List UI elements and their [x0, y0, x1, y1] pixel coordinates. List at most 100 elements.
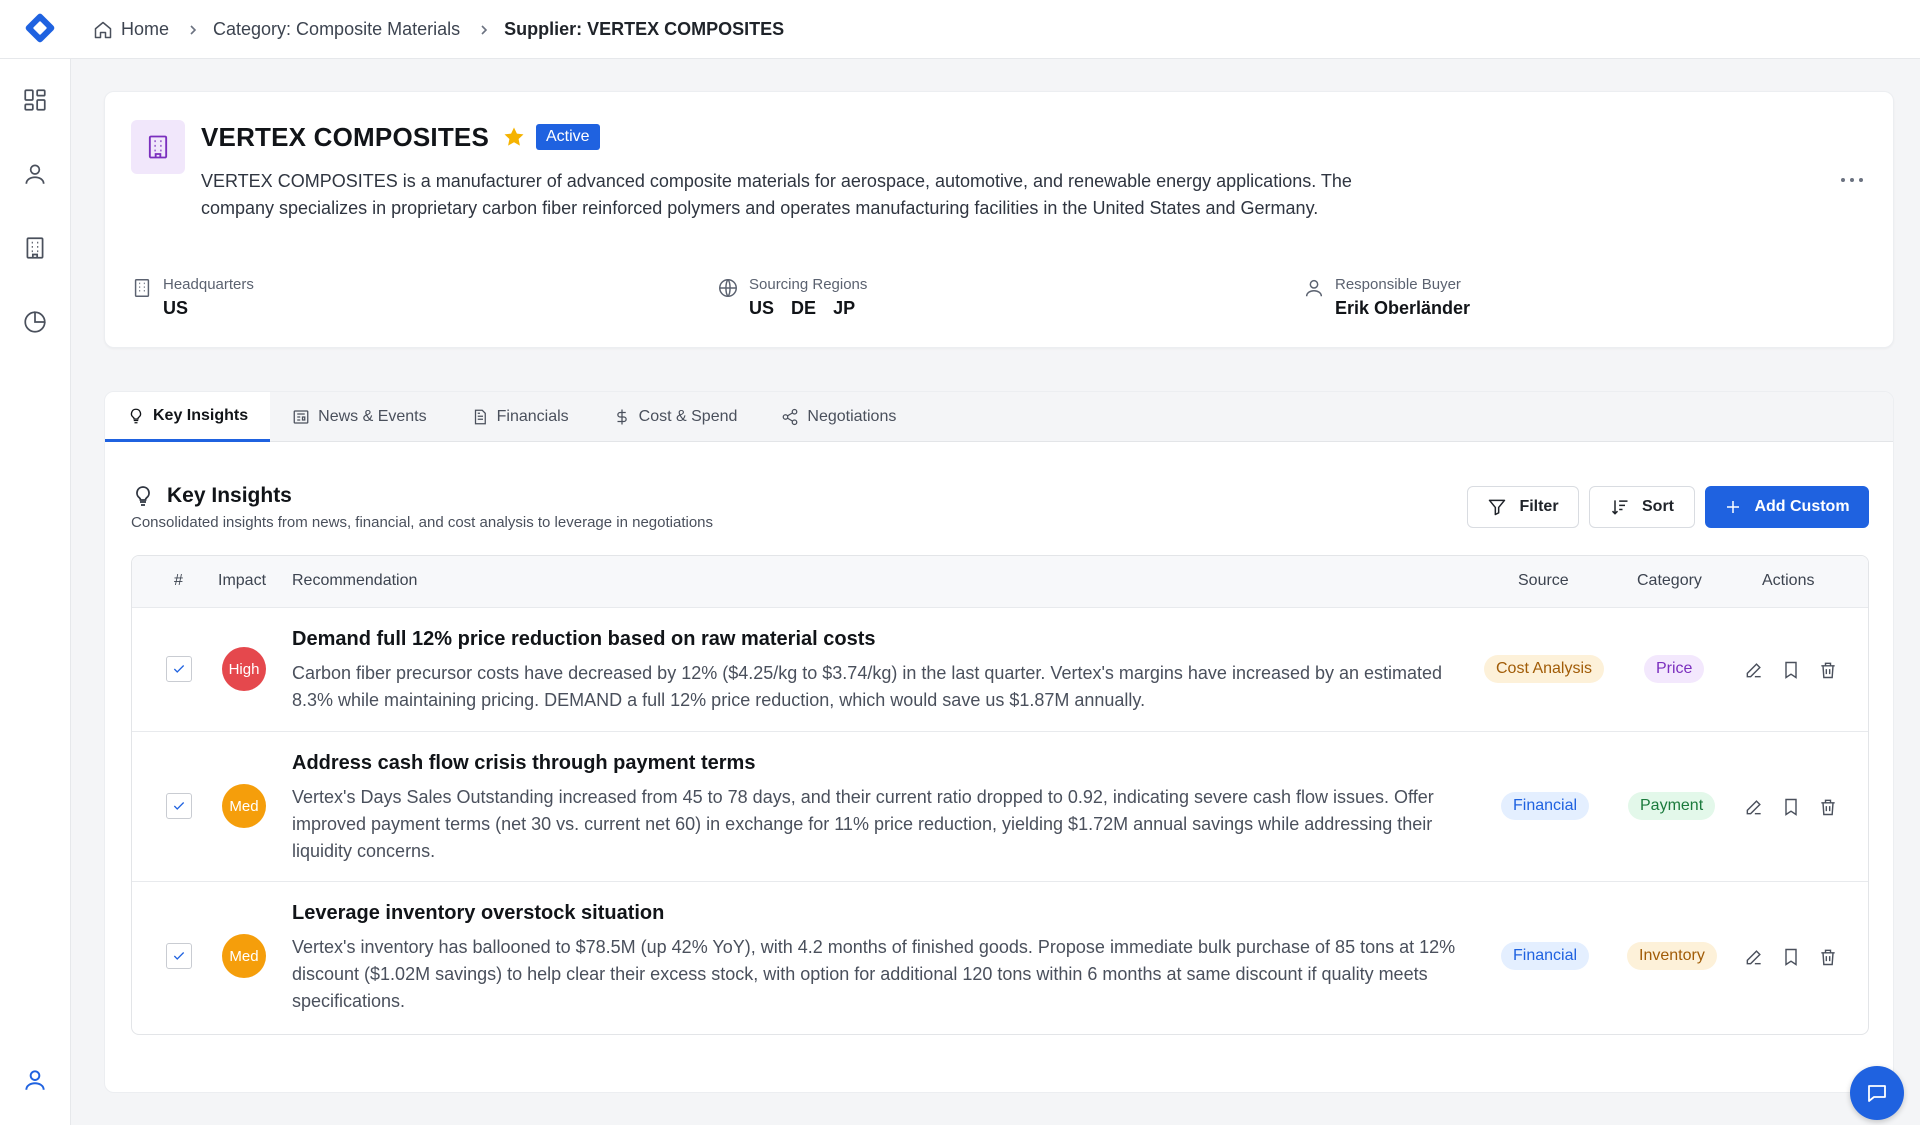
tab-negotiations[interactable]: Negotiations: [759, 392, 918, 442]
sourcing-regions-meta: Sourcing Regions US DE JP: [717, 275, 867, 321]
filter-button-label: Filter: [1519, 498, 1559, 515]
tab-key-insights[interactable]: Key Insights: [105, 392, 271, 442]
source-badge: Financial: [1501, 792, 1590, 820]
user-icon[interactable]: [20, 159, 50, 189]
table-row: Med Leverage inventory overstock situati…: [132, 882, 1868, 1032]
company-name: VERTEX COMPOSITES: [201, 122, 490, 152]
table-header: # Impact Recommendation Source Category …: [132, 556, 1868, 608]
trash-icon[interactable]: [1816, 945, 1840, 969]
category-badge: Inventory: [1627, 942, 1717, 970]
column-header-category: Category: [1637, 572, 1702, 589]
row-checkbox[interactable]: [166, 793, 192, 819]
add-custom-button[interactable]: Add Custom: [1705, 486, 1869, 528]
bookmark-icon[interactable]: [1779, 795, 1803, 819]
lightbulb-icon: [130, 408, 142, 423]
filter-button[interactable]: Filter: [1467, 486, 1579, 528]
section-title: Key Insights: [131, 484, 292, 508]
recommendation-description: Vertex's Days Sales Outstanding increase…: [292, 787, 1434, 861]
region-code: DE: [791, 298, 817, 318]
filter-icon: [1489, 499, 1506, 516]
check-icon: [173, 952, 185, 960]
star-icon[interactable]: [502, 125, 528, 151]
column-header-recommendation: Recommendation: [292, 572, 418, 589]
source-badge: Financial: [1501, 942, 1590, 970]
chat-button[interactable]: [1850, 1066, 1904, 1120]
recommendation-title: Leverage inventory overstock situation: [292, 902, 665, 924]
region-code: JP: [833, 298, 856, 318]
headquarters-label: Headquarters: [163, 276, 254, 293]
insights-panel: Key Insights News & Events Financials Co…: [104, 391, 1894, 1093]
sidebar: [0, 59, 71, 1125]
tab-label: Key Insights: [153, 406, 249, 424]
chat-icon: [1868, 1085, 1886, 1102]
region-code: US: [749, 298, 775, 318]
profile-icon[interactable]: [20, 1065, 50, 1095]
add-custom-button-label: Add Custom: [1754, 498, 1850, 515]
column-header-number: #: [174, 572, 183, 589]
tab-news-events[interactable]: News & Events: [270, 392, 448, 442]
bookmark-icon[interactable]: [1779, 658, 1803, 682]
table-row: Med Address cash flow crisis through pay…: [132, 732, 1868, 882]
row-checkbox[interactable]: [166, 656, 192, 682]
section-title-label: Key Insights: [167, 484, 292, 507]
app-logo-icon[interactable]: [20, 8, 60, 48]
breadcrumb: Home Category: Composite Materials Suppl…: [93, 0, 784, 59]
tab-label: Financials: [496, 408, 569, 425]
row-checkbox[interactable]: [166, 943, 192, 969]
company-building-icon: [131, 120, 185, 174]
trash-icon[interactable]: [1816, 658, 1840, 682]
globe-icon: [719, 279, 737, 297]
recommendation-description: Vertex's inventory has ballooned to $78.…: [292, 937, 1456, 1011]
breadcrumb-supplier: Supplier: VERTEX COMPOSITES: [504, 19, 784, 40]
sourcing-regions-label: Sourcing Regions: [749, 276, 868, 293]
status-badge: Active: [536, 124, 600, 150]
check-icon: [173, 665, 185, 673]
more-options-icon[interactable]: [1837, 170, 1867, 190]
company-description: VERTEX COMPOSITES is a manufacturer of a…: [201, 171, 1352, 218]
tab-bar: Key Insights News & Events Financials Co…: [105, 392, 1893, 442]
document-icon: [474, 409, 486, 425]
impact-badge: Med: [222, 934, 266, 978]
recommendation-title: Address cash flow crisis through payment…: [292, 752, 756, 774]
breadcrumb-home-label: Home: [121, 19, 170, 39]
pie-chart-icon[interactable]: [20, 307, 50, 337]
building-icon: [134, 279, 150, 297]
tab-label: News & Events: [318, 408, 427, 425]
headquarters-value: US: [163, 298, 189, 318]
edit-icon[interactable]: [1742, 945, 1766, 969]
chevron-right-icon: [478, 24, 490, 36]
tab-label: Negotiations: [807, 408, 897, 425]
category-badge: Price: [1644, 655, 1705, 683]
building-icon[interactable]: [20, 233, 50, 263]
responsible-buyer-value: Erik Oberländer: [1335, 298, 1471, 318]
breadcrumb-category[interactable]: Category: Composite Materials: [213, 19, 460, 40]
breadcrumb-supplier-label: Supplier: VERTEX COMPOSITES: [504, 19, 785, 39]
edit-icon[interactable]: [1742, 795, 1766, 819]
headquarters-meta: Headquarters US: [131, 275, 254, 321]
responsible-buyer-meta: Responsible Buyer Erik Oberländer: [1303, 275, 1470, 321]
breadcrumb-category-label: Category: Composite Materials: [213, 19, 461, 39]
newspaper-icon: [293, 410, 309, 424]
column-header-impact: Impact: [218, 572, 267, 589]
tab-financials[interactable]: Financials: [449, 392, 591, 442]
table-row: High Demand full 12% price reduction bas…: [132, 608, 1868, 732]
user-icon: [1305, 279, 1323, 297]
insights-table: # Impact Recommendation Source Category …: [131, 555, 1869, 1035]
lightbulb-icon: [136, 486, 150, 506]
tab-cost-spend[interactable]: Cost & Spend: [591, 392, 760, 442]
share-icon: [783, 408, 798, 426]
bookmark-icon[interactable]: [1779, 945, 1803, 969]
column-header-actions: Actions: [1762, 572, 1815, 589]
sort-icon: [1611, 500, 1628, 515]
trash-icon[interactable]: [1816, 795, 1840, 819]
column-header-source: Source: [1518, 572, 1569, 589]
sourcing-regions-list: US DE JP: [749, 295, 867, 321]
sort-button[interactable]: Sort: [1589, 486, 1695, 528]
chevron-right-icon: [187, 24, 199, 36]
top-bar: Home Category: Composite Materials Suppl…: [0, 0, 1920, 59]
section-subtitle: Consolidated insights from news, financi…: [131, 514, 713, 531]
plus-icon: [1727, 501, 1740, 513]
dashboard-icon[interactable]: [20, 85, 50, 115]
breadcrumb-home[interactable]: Home: [93, 19, 169, 40]
edit-icon[interactable]: [1742, 658, 1766, 682]
